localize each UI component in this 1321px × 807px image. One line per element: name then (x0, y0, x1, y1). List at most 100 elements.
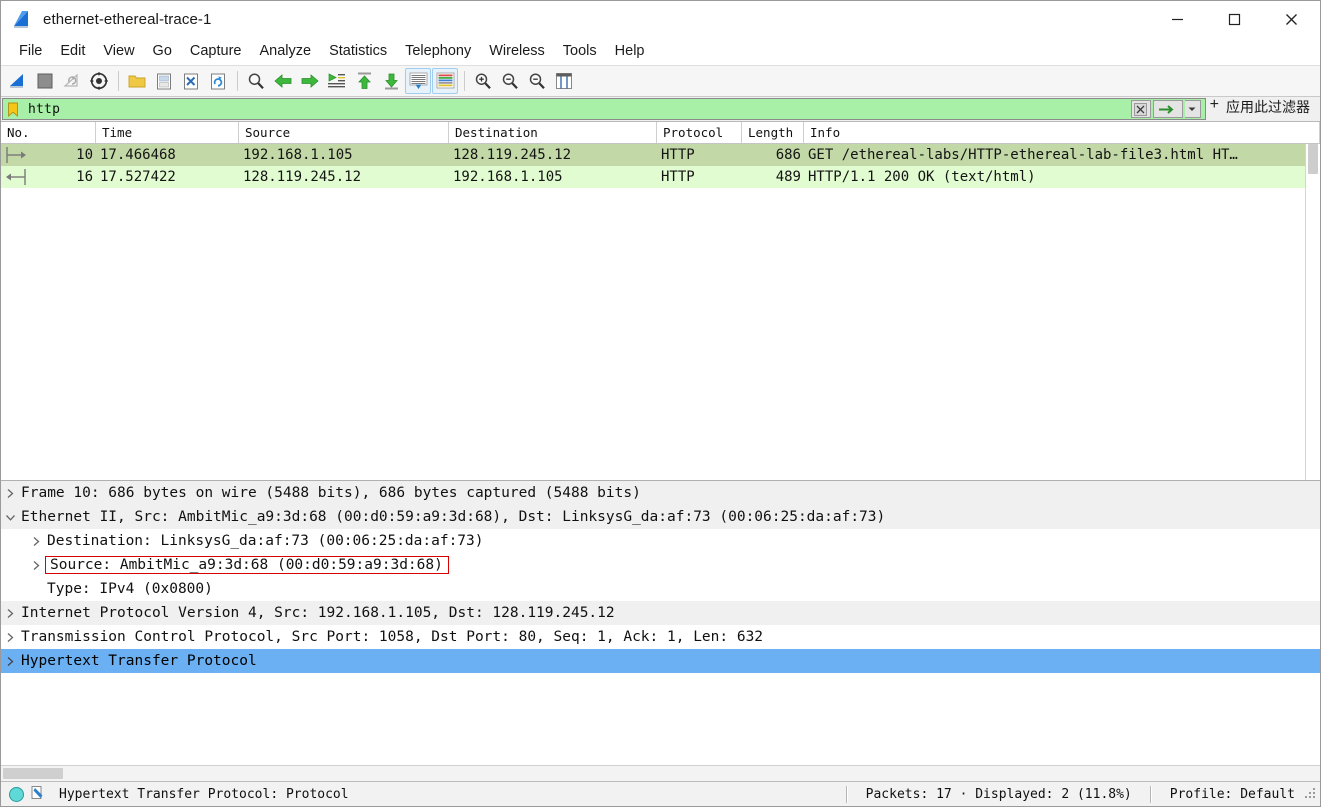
menu-capture[interactable]: Capture (181, 40, 251, 63)
packet-detail-pane: Frame 10: 686 bytes on wire (5488 bits),… (1, 481, 1320, 781)
table-row[interactable]: 16 17.527422 128.119.245.12 192.168.1.10… (1, 166, 1320, 188)
toolbar-separator (118, 71, 119, 91)
detail-row-tcp[interactable]: Transmission Control Protocol, Src Port:… (1, 625, 1320, 649)
detail-pane-horizontal-scrollbar[interactable] (1, 765, 1320, 781)
menu-tools[interactable]: Tools (554, 40, 606, 63)
detail-row-label: Hypertext Transfer Protocol (21, 653, 257, 669)
scrollbar-thumb[interactable] (1308, 144, 1318, 174)
menu-go[interactable]: Go (144, 40, 181, 63)
menu-file[interactable]: File (10, 40, 51, 63)
capture-file-comment-icon[interactable] (31, 785, 45, 804)
cell-length: 489 (775, 169, 801, 185)
apply-filter-arrow-icon[interactable] (1152, 100, 1183, 118)
chevron-right-icon[interactable] (1, 608, 19, 619)
save-file-icon[interactable] (151, 68, 177, 94)
column-header-destination[interactable]: Destination (449, 122, 657, 143)
go-last-packet-icon[interactable] (378, 68, 404, 94)
display-filter-input[interactable]: http (22, 102, 1131, 117)
packet-list-header: No. Time Source Destination Protocol Len… (1, 122, 1320, 144)
reload-file-icon[interactable] (205, 68, 231, 94)
maximize-button[interactable] (1206, 1, 1263, 38)
close-file-icon[interactable] (178, 68, 204, 94)
menu-edit[interactable]: Edit (51, 40, 94, 63)
capture-options-icon[interactable] (86, 68, 112, 94)
cell-time: 17.466468 (100, 147, 176, 163)
menu-statistics[interactable]: Statistics (320, 40, 396, 63)
profile-label[interactable]: Profile: Default (1158, 787, 1305, 802)
go-first-packet-icon[interactable] (351, 68, 377, 94)
packet-detail-tree: Frame 10: 686 bytes on wire (5488 bits),… (1, 481, 1320, 765)
detail-row-ethernet[interactable]: Ethernet II, Src: AmbitMic_a9:3d:68 (00:… (1, 505, 1320, 529)
minimize-button[interactable] (1149, 1, 1206, 38)
chevron-right-icon[interactable] (1, 656, 19, 667)
colorize-packets-icon[interactable] (432, 68, 458, 94)
filter-bookmark-icon[interactable] (4, 99, 22, 119)
status-divider (1149, 785, 1152, 803)
status-message: Hypertext Transfer Protocol: Protocol (59, 786, 349, 802)
detail-row-label: Type: IPv4 (0x0800) (47, 581, 213, 597)
go-back-icon[interactable] (270, 68, 296, 94)
detail-row-destination[interactable]: Destination: LinksysG_da:af:73 (00:06:25… (1, 529, 1320, 553)
go-to-packet-icon[interactable] (324, 68, 350, 94)
chevron-down-icon[interactable] (1, 513, 19, 522)
detail-row-source[interactable]: Source: AmbitMic_a9:3d:68 (00:d0:59:a9:3… (1, 553, 1320, 577)
column-header-time[interactable]: Time (96, 122, 239, 143)
detail-row-type[interactable]: Type: IPv4 (0x0800) (1, 577, 1320, 601)
auto-scroll-icon[interactable] (405, 68, 431, 94)
close-button[interactable] (1263, 1, 1320, 38)
scrollbar-thumb[interactable] (3, 768, 63, 779)
packet-list-pane: No. Time Source Destination Protocol Len… (1, 122, 1320, 481)
detail-row-label: Ethernet II, Src: AmbitMic_a9:3d:68 (00:… (21, 509, 886, 525)
zoom-out-icon[interactable] (497, 68, 523, 94)
clear-filter-icon[interactable] (1130, 100, 1151, 118)
arrow-right-icon (1, 146, 31, 164)
cell-info: HTTP/1.1 200 OK (text/html) (808, 169, 1036, 185)
chevron-right-icon[interactable] (27, 536, 45, 547)
arrow-left-icon (1, 168, 31, 186)
detail-row-http[interactable]: Hypertext Transfer Protocol (1, 649, 1320, 673)
apply-this-filter-label[interactable]: 应用此过滤器 (1226, 97, 1320, 121)
column-header-protocol[interactable]: Protocol (657, 122, 742, 143)
detail-row-frame[interactable]: Frame 10: 686 bytes on wire (5488 bits),… (1, 481, 1320, 505)
menu-telephony[interactable]: Telephony (396, 40, 480, 63)
filter-input-container[interactable]: http (2, 98, 1206, 120)
start-capture-shark-icon[interactable] (5, 68, 31, 94)
menu-analyze[interactable]: Analyze (250, 40, 320, 63)
table-row[interactable]: 10 17.466468 192.168.1.105 128.119.245.1… (1, 144, 1320, 166)
stop-capture-icon[interactable] (32, 68, 58, 94)
open-file-icon[interactable] (124, 68, 150, 94)
column-header-no[interactable]: No. (1, 122, 96, 143)
cell-protocol: HTTP (661, 169, 695, 185)
toolbar-separator (237, 71, 238, 91)
cell-protocol: HTTP (661, 147, 695, 163)
resize-columns-icon[interactable] (551, 68, 577, 94)
add-filter-button[interactable]: + (1206, 97, 1226, 121)
cell-length: 686 (775, 147, 801, 163)
chevron-right-icon[interactable] (1, 632, 19, 643)
expert-info-icon[interactable] (9, 786, 24, 802)
menu-bar: File Edit View Go Capture Analyze Statis… (1, 38, 1320, 66)
menu-wireless[interactable]: Wireless (480, 40, 554, 63)
chevron-down-icon[interactable] (1184, 100, 1201, 118)
column-header-source[interactable]: Source (239, 122, 449, 143)
cell-no: 16 (76, 169, 93, 185)
go-forward-icon[interactable] (297, 68, 323, 94)
wireshark-fin-icon (12, 10, 34, 30)
window-title: ethernet-ethereal-trace-1 (43, 11, 212, 28)
find-packet-icon[interactable] (243, 68, 269, 94)
column-header-info[interactable]: Info (804, 122, 1320, 143)
chevron-right-icon[interactable] (27, 560, 45, 571)
main-toolbar (1, 66, 1320, 97)
menu-view[interactable]: View (94, 40, 143, 63)
resize-grip[interactable] (1305, 788, 1317, 800)
detail-row-label: Frame 10: 686 bytes on wire (5488 bits),… (21, 485, 641, 501)
detail-row-ipv4[interactable]: Internet Protocol Version 4, Src: 192.16… (1, 601, 1320, 625)
zoom-in-icon[interactable] (470, 68, 496, 94)
column-header-length[interactable]: Length (742, 122, 804, 143)
status-icons (1, 785, 55, 804)
menu-help[interactable]: Help (606, 40, 654, 63)
chevron-right-icon[interactable] (1, 488, 19, 499)
packet-list-scrollbar[interactable] (1305, 144, 1320, 480)
restart-capture-icon[interactable] (59, 68, 85, 94)
zoom-reset-icon[interactable] (524, 68, 550, 94)
